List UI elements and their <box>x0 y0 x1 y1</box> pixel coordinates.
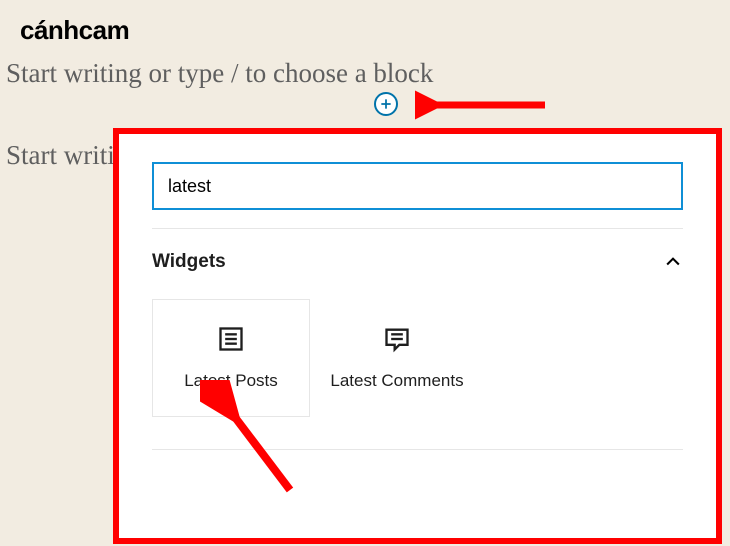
block-search-input[interactable] <box>152 162 683 210</box>
block-search-wrap <box>119 134 716 228</box>
latest-posts-icon <box>217 325 245 353</box>
watermark: cánhcam <box>20 15 129 46</box>
widgets-section-header[interactable]: Widgets <box>119 229 716 277</box>
block-latest-comments[interactable]: Latest Comments <box>318 299 476 417</box>
latest-comments-icon <box>383 325 411 353</box>
divider <box>152 449 683 450</box>
annotation-arrow-to-plus <box>415 90 555 120</box>
chevron-up-icon <box>663 252 683 272</box>
block-label: Latest Comments <box>330 371 463 391</box>
editor-placeholder-2[interactable]: Start writi <box>6 140 115 171</box>
add-block-button[interactable] <box>374 92 398 116</box>
editor-placeholder-1[interactable]: Start writing or type / to choose a bloc… <box>6 58 433 89</box>
widgets-grid: Latest Posts Latest Comments <box>119 277 716 427</box>
plus-icon <box>379 97 393 111</box>
annotation-red-box: Widgets Latest Posts Latest Comments <box>113 128 722 544</box>
block-latest-posts[interactable]: Latest Posts <box>152 299 310 417</box>
widgets-section-title: Widgets <box>152 251 226 273</box>
block-label: Latest Posts <box>184 371 278 391</box>
